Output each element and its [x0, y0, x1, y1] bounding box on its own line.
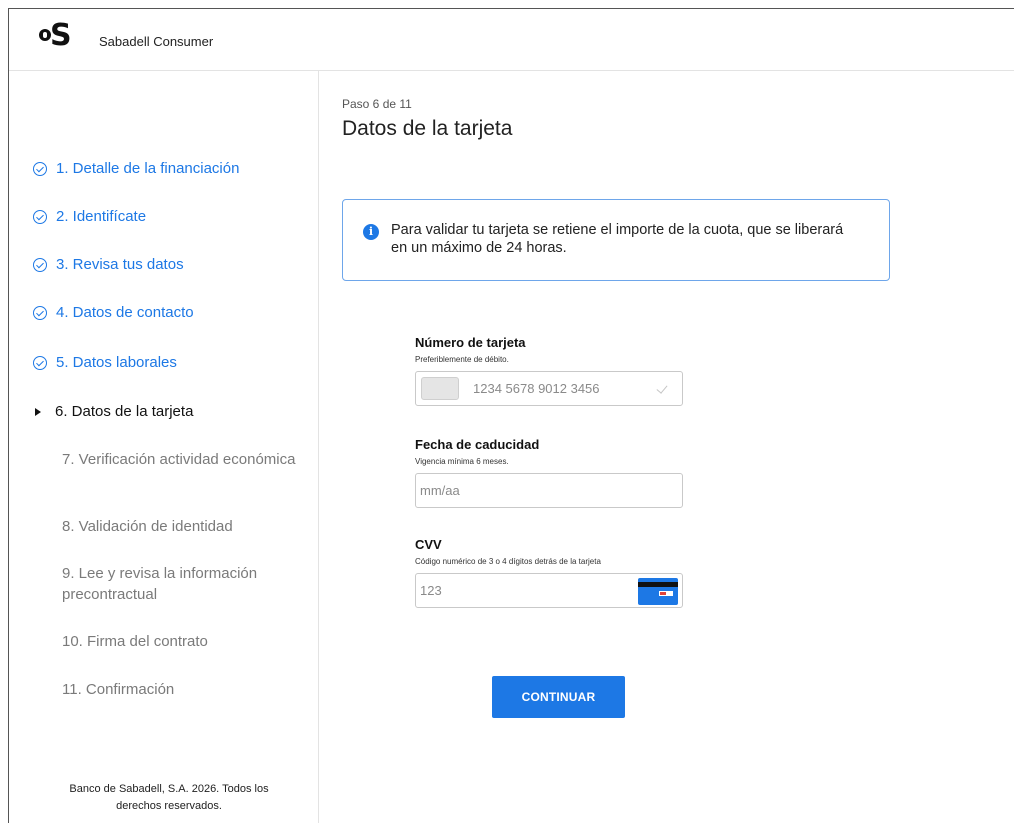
copyright-footer: Banco de Sabadell, S.A. 2026. Todos los …: [69, 783, 269, 812]
step-indicator: Paso 6 de 11: [342, 97, 412, 111]
cvv-field: CVV Código numérico de 3 o 4 dígitos det…: [415, 537, 683, 608]
sidebar-step-9: 9. Lee y revisa la información precontra…: [62, 563, 302, 605]
step-label: 8. Validación de identidad: [62, 518, 233, 535]
sidebar-step-5: 5. Datos laborales: [33, 352, 177, 373]
check-circle-icon: [33, 306, 47, 320]
step-label: 9. Lee y revisa la información precontra…: [62, 565, 258, 603]
page-frame: S Sabadell Consumer 1. Detalle de la fin…: [8, 8, 1014, 823]
current-step-arrow-icon: [35, 408, 41, 416]
step-label: 3. Revisa tus datos: [56, 256, 184, 273]
card-back-icon: [638, 578, 678, 605]
card-icon: [421, 377, 459, 400]
continue-button[interactable]: CONTINUAR: [492, 676, 625, 718]
logo-letter: S: [50, 18, 72, 53]
main-content: Paso 6 de 11 Datos de la tarjeta i Para …: [320, 71, 1014, 823]
sidebar-step-3: 3. Revisa tus datos: [33, 254, 184, 275]
expiry-help: Vigencia mínima 6 meses.: [415, 457, 509, 466]
card-number-field: Número de tarjeta Preferiblemente de déb…: [415, 335, 683, 406]
expiry-field: Fecha de caducidad Vigencia mínima 6 mes…: [415, 437, 683, 508]
sidebar-step-4: 4. Datos de contacto: [33, 302, 194, 323]
info-icon: i: [363, 224, 379, 240]
sidebar-step-2: 2. Identifícate: [33, 206, 146, 227]
check-circle-icon: [33, 258, 47, 272]
step-label: 11. Confirmación: [62, 681, 175, 698]
sabadell-logo-icon[interactable]: S: [39, 21, 79, 51]
step-label: 5. Datos laborales: [56, 354, 177, 371]
check-icon: [656, 382, 668, 394]
card-number-placeholder: 1234 5678 9012 3456: [473, 381, 600, 396]
step-label: 10. Firma del contrato: [62, 633, 208, 650]
cvv-input[interactable]: 123: [415, 573, 683, 608]
cvv-placeholder: 123: [420, 583, 442, 598]
sidebar-step-6: 6. Datos de la tarjeta: [27, 401, 193, 422]
info-banner: i Para validar tu tarjeta se retiene el …: [342, 199, 890, 281]
card-number-label: Número de tarjeta: [415, 335, 526, 350]
check-circle-icon: [33, 356, 47, 370]
sidebar-step-1: 1. Detalle de la financiación: [33, 158, 239, 179]
cvv-help: Código numérico de 3 o 4 dígitos detrás …: [415, 557, 601, 566]
steps-sidebar: 1. Detalle de la financiación 2. Identif…: [9, 71, 319, 823]
expiry-placeholder: mm/aa: [420, 483, 460, 498]
step-label: 2. Identifícate: [56, 208, 147, 225]
sidebar-step-7: 7. Verificación actividad económica: [62, 449, 302, 470]
top-bar: S Sabadell Consumer: [9, 9, 1014, 71]
cvv-label: CVV: [415, 537, 442, 552]
sidebar-step-10: 10. Firma del contrato: [62, 631, 302, 652]
card-number-input[interactable]: 1234 5678 9012 3456: [415, 371, 683, 406]
check-circle-icon: [33, 162, 47, 176]
card-number-help: Preferiblemente de débito.: [415, 355, 509, 364]
step-label: 4. Datos de contacto: [56, 304, 194, 321]
step-label: 6. Datos de la tarjeta: [55, 403, 194, 420]
check-circle-icon: [33, 210, 47, 224]
info-message: Para validar tu tarjeta se retiene el im…: [391, 222, 844, 256]
step-label: 7. Verificación actividad económica: [62, 451, 296, 468]
step-label: 1. Detalle de la financiación: [56, 160, 240, 177]
sidebar-step-8: 8. Validación de identidad: [62, 516, 302, 537]
sidebar-step-11: 11. Confirmación: [62, 679, 302, 700]
brand-name: Sabadell Consumer: [99, 34, 214, 49]
page-title: Datos de la tarjeta: [342, 117, 513, 140]
expiry-input[interactable]: mm/aa: [415, 473, 683, 508]
expiry-label: Fecha de caducidad: [415, 437, 540, 452]
